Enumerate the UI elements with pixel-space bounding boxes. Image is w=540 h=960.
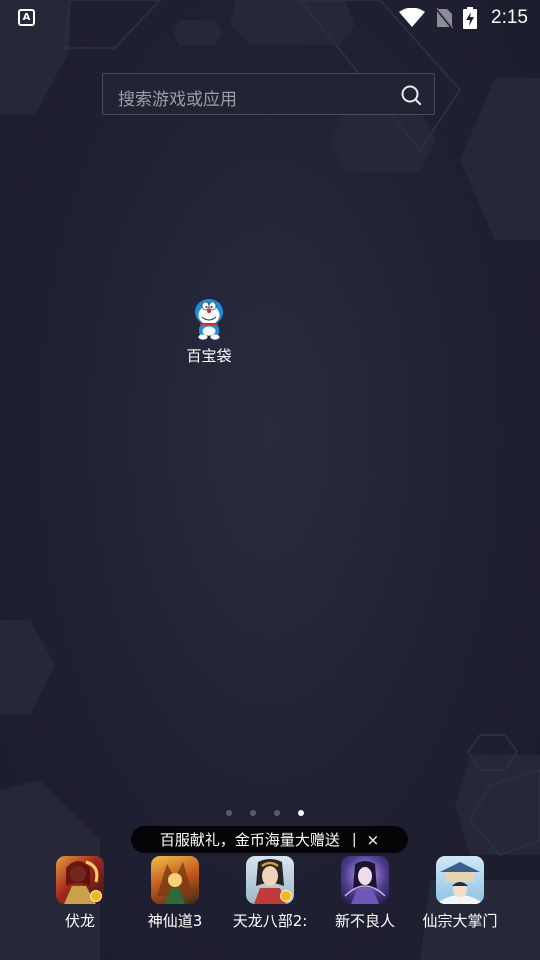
search-placeholder: 搜索游戏或应用	[118, 90, 237, 110]
dock-item-xinbuliangren[interactable]: 新不良人	[315, 856, 415, 931]
page-indicator	[226, 810, 304, 816]
search-input[interactable]: 搜索游戏或应用	[102, 73, 435, 115]
dock-item-tianlongbabu2[interactable]: 天龙八部2:	[220, 856, 320, 931]
fulong-game-icon	[56, 856, 104, 904]
no-sim-icon	[435, 7, 454, 29]
promo-banner[interactable]: 百服献礼，金币海量大赠送 | ×	[131, 826, 408, 853]
desktop-app-baibaodai[interactable]: 百宝袋	[178, 296, 240, 372]
page-dot-1[interactable]	[226, 810, 232, 816]
clock-time: 2:15	[491, 7, 528, 28]
promo-banner-text[interactable]: 百服献礼，金币海量大赠送	[160, 829, 340, 850]
page-dot-4-active[interactable]	[298, 810, 304, 816]
coin-badge-icon	[280, 890, 292, 902]
xianzongdazhangmen-art	[436, 862, 484, 904]
shenxiandao3-game-icon	[151, 856, 199, 904]
desktop-app-label: 百宝袋	[186, 347, 232, 365]
dock-item-xianzongdazhangmen[interactable]: 仙宗大掌门	[410, 856, 510, 931]
close-icon[interactable]: ×	[367, 831, 380, 849]
page-dot-3[interactable]	[274, 810, 280, 816]
xianzongdazhangmen-game-icon	[436, 856, 484, 904]
status-bar: A 2:15	[0, 0, 540, 36]
shenxiandao3-art	[157, 862, 193, 904]
battery-charging-icon	[463, 7, 478, 29]
page-dot-2[interactable]	[250, 810, 256, 816]
dock-item-label: 神仙道3	[147, 912, 203, 930]
dock-item-label: 天龙八部2:	[232, 912, 308, 930]
hexagon-background	[0, 0, 540, 960]
dock: 伏龙 神仙道3 天龙八部2: 新不良人 仙宗大掌门	[0, 856, 540, 946]
doraemon-icon	[195, 299, 223, 340]
promo-divider: |	[351, 831, 357, 848]
dock-item-fulong[interactable]: 伏龙	[30, 856, 130, 931]
notification-app-icon: A	[18, 9, 35, 26]
xinbuliangren-game-icon	[341, 856, 389, 904]
dock-item-label: 伏龙	[64, 912, 95, 930]
dock-item-label: 新不良人	[334, 912, 395, 930]
search-icon[interactable]	[400, 84, 422, 106]
coin-badge-icon	[90, 890, 102, 902]
wifi-icon	[399, 8, 426, 27]
status-icons: 2:15	[399, 6, 528, 30]
tianlongbabu2-game-icon	[246, 856, 294, 904]
launcher-screen: A 2:15 搜索游戏或应用 百宝袋 百服献礼，金币海量大赠送 | × 伏龙 神…	[0, 0, 540, 960]
dock-item-shenxiandao3[interactable]: 神仙道3	[125, 856, 225, 931]
xinbuliangren-art	[344, 861, 386, 904]
dock-item-label: 仙宗大掌门	[422, 912, 498, 930]
